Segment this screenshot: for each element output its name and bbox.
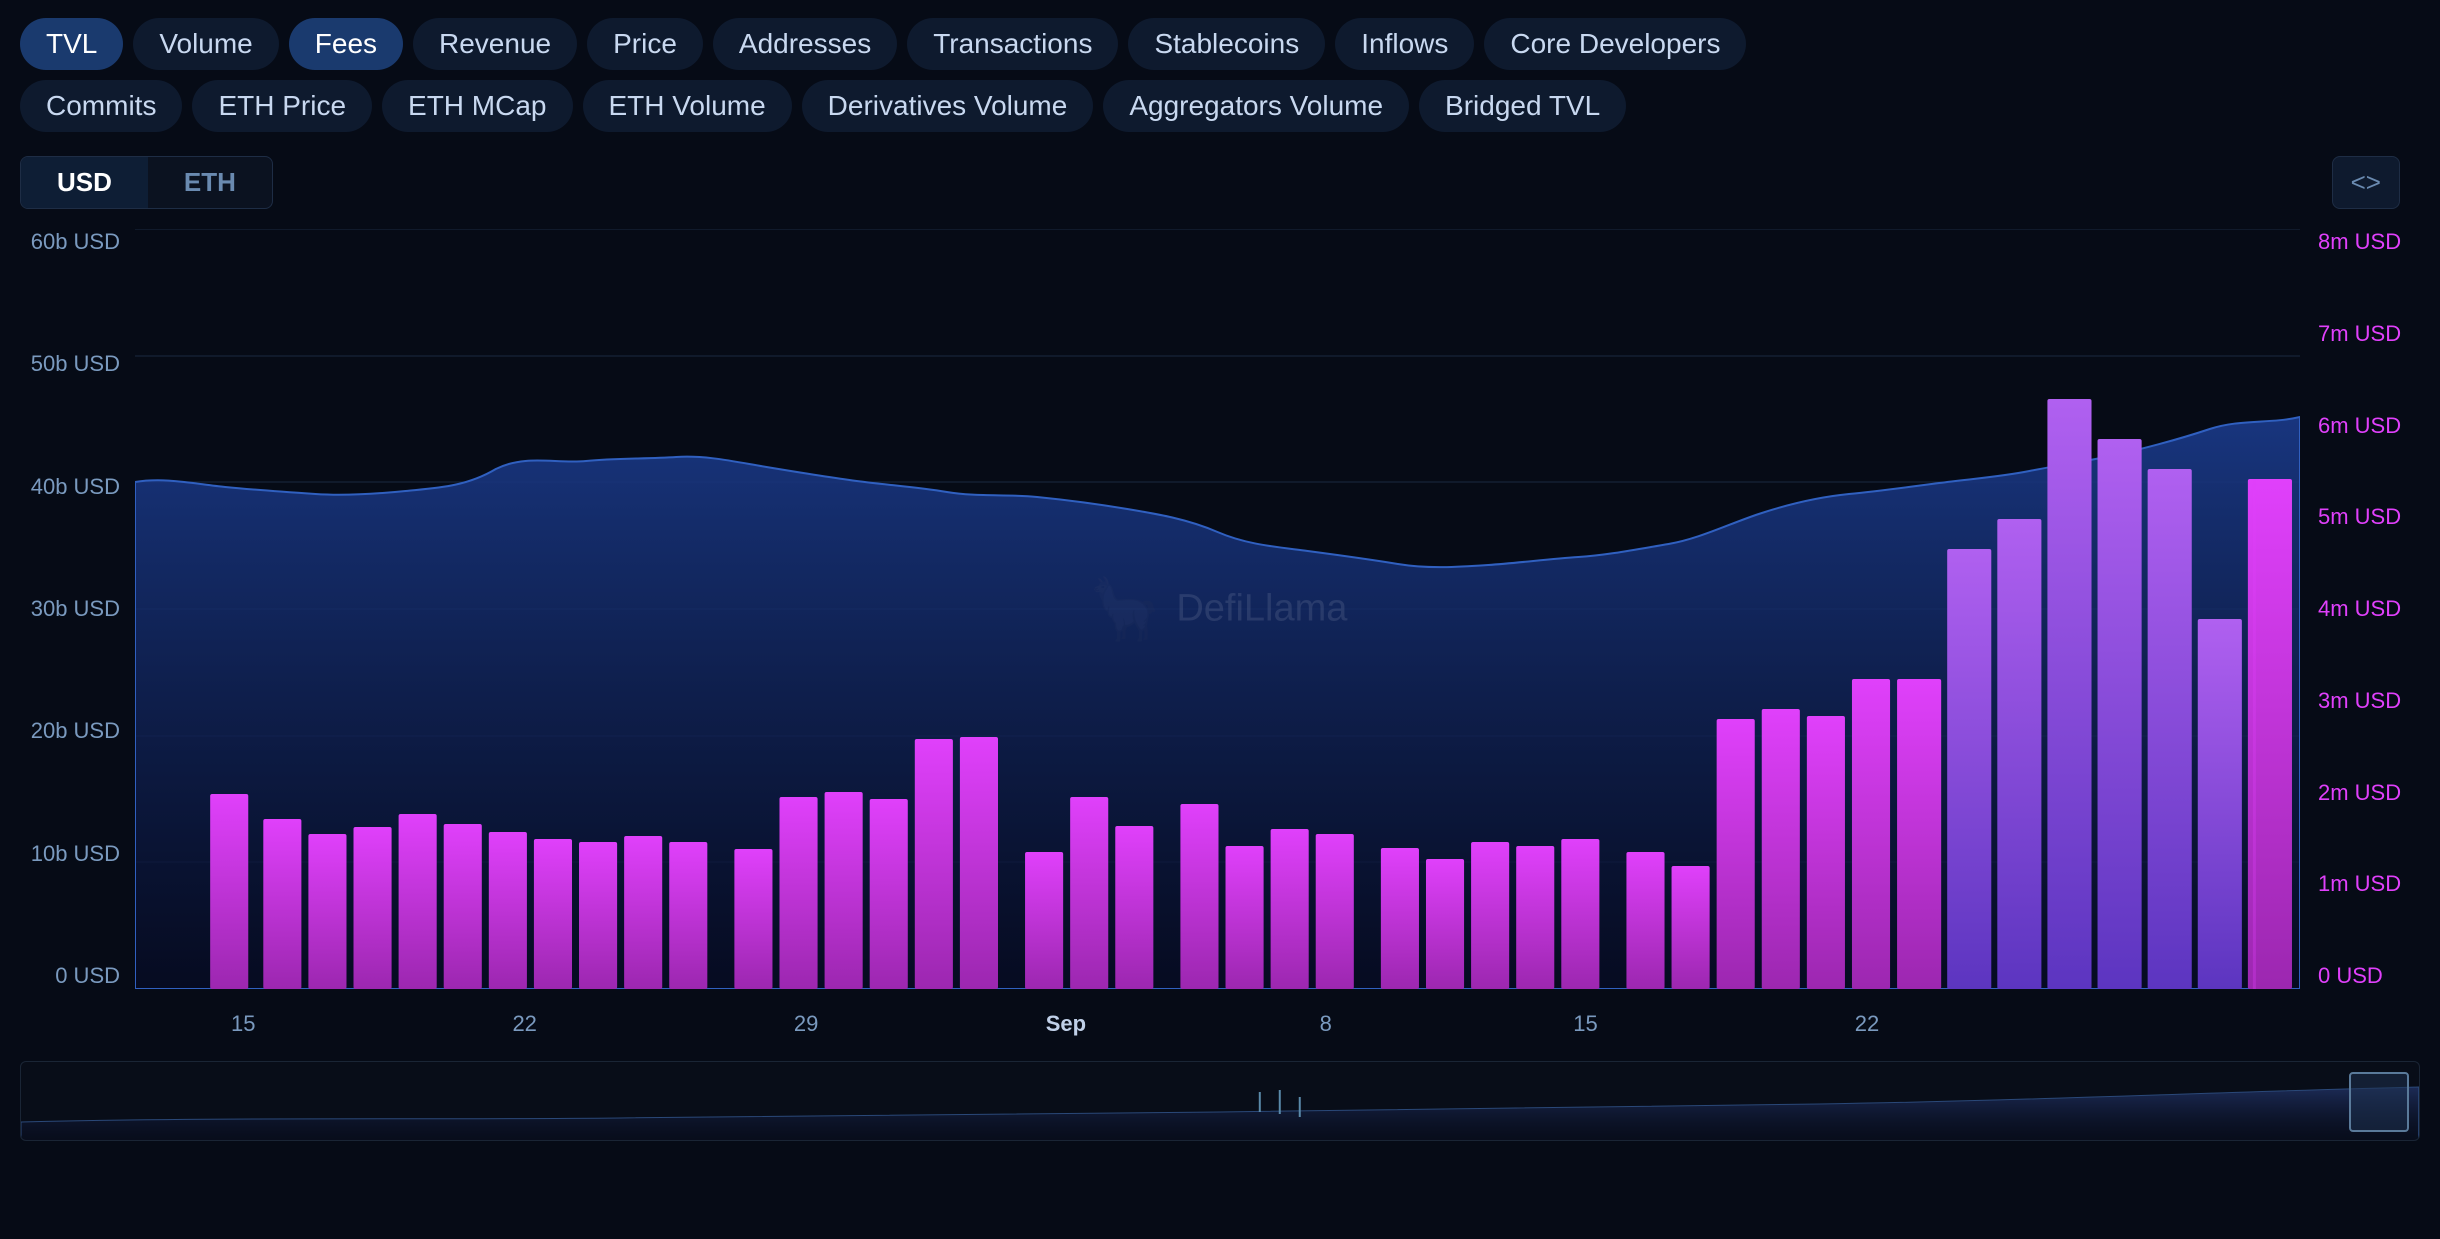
y-right-label-1: 7m USD	[2318, 321, 2401, 347]
embed-button[interactable]: <>	[2332, 156, 2400, 209]
nav-btn-commits[interactable]: Commits	[20, 80, 182, 132]
y-right-label-3: 5m USD	[2318, 504, 2401, 530]
x-label-8: 8	[1320, 1011, 1332, 1037]
y-right-label-2: 6m USD	[2318, 413, 2401, 439]
x-label-29: 29	[794, 1011, 818, 1037]
currency-usd-btn[interactable]: USD	[21, 157, 148, 208]
nav-btn-price[interactable]: Price	[587, 18, 703, 70]
x-label-22b: 22	[1855, 1011, 1879, 1037]
x-label-15a: 15	[231, 1011, 255, 1037]
nav-btn-derivatives-volume[interactable]: Derivatives Volume	[802, 80, 1094, 132]
nav-btn-addresses[interactable]: Addresses	[713, 18, 897, 70]
y-left-label-3: 30b USD	[31, 596, 120, 622]
y-right-label-7: 1m USD	[2318, 871, 2401, 897]
x-axis: 15 22 29 Sep 8 15 22	[135, 999, 2300, 1049]
x-label-22a: 22	[512, 1011, 536, 1037]
y-right-label-6: 2m USD	[2318, 780, 2401, 806]
nav-row1: TVL Volume Fees Revenue Price Addresses …	[0, 0, 2440, 80]
chart-area: 60b USD 50b USD 40b USD 30b USD 20b USD …	[20, 229, 2420, 1049]
nav-btn-transactions[interactable]: Transactions	[907, 18, 1118, 70]
currency-row: USD ETH <>	[0, 146, 2440, 219]
nav-btn-eth-price[interactable]: ETH Price	[192, 80, 372, 132]
nav-btn-stablecoins[interactable]: Stablecoins	[1128, 18, 1325, 70]
y-left-label-1: 50b USD	[31, 351, 120, 377]
scrollbar-mini-chart	[21, 1062, 2419, 1141]
scrollbar-area[interactable]	[20, 1061, 2420, 1141]
nav-btn-volume[interactable]: Volume	[133, 18, 278, 70]
y-left-label-4: 20b USD	[31, 718, 120, 744]
y-axis-left: 60b USD 50b USD 40b USD 30b USD 20b USD …	[20, 229, 130, 989]
y-left-label-5: 10b USD	[31, 841, 120, 867]
nav-btn-fees[interactable]: Fees	[289, 18, 403, 70]
y-right-label-0: 8m USD	[2318, 229, 2401, 255]
nav-btn-eth-volume[interactable]: ETH Volume	[583, 80, 792, 132]
y-left-label-0: 60b USD	[31, 229, 120, 255]
x-label-sep: Sep	[1046, 1011, 1086, 1037]
nav-btn-eth-mcap[interactable]: ETH MCap	[382, 80, 572, 132]
nav-btn-aggregators-volume[interactable]: Aggregators Volume	[1103, 80, 1409, 132]
nav-row2: Commits ETH Price ETH MCap ETH Volume De…	[0, 80, 2440, 146]
nav-btn-tvl[interactable]: TVL	[20, 18, 123, 70]
y-left-label-2: 40b USD	[31, 474, 120, 500]
y-left-label-6: 0 USD	[55, 963, 120, 989]
x-label-15b: 15	[1573, 1011, 1597, 1037]
chart-canvas: 🦙 DefiLlama	[135, 229, 2300, 989]
nav-btn-core-developers[interactable]: Core Developers	[1484, 18, 1746, 70]
nav-btn-revenue[interactable]: Revenue	[413, 18, 577, 70]
scrollbar-handle[interactable]	[2349, 1072, 2409, 1132]
y-right-label-8: 0 USD	[2318, 963, 2383, 989]
y-right-label-5: 3m USD	[2318, 688, 2401, 714]
nav-btn-inflows[interactable]: Inflows	[1335, 18, 1474, 70]
nav-btn-bridged-tvl[interactable]: Bridged TVL	[1419, 80, 1626, 132]
y-axis-right: 8m USD 7m USD 6m USD 5m USD 4m USD 3m US…	[2310, 229, 2420, 989]
currency-eth-btn[interactable]: ETH	[148, 157, 272, 208]
currency-toggle: USD ETH	[20, 156, 273, 209]
y-right-label-4: 4m USD	[2318, 596, 2401, 622]
